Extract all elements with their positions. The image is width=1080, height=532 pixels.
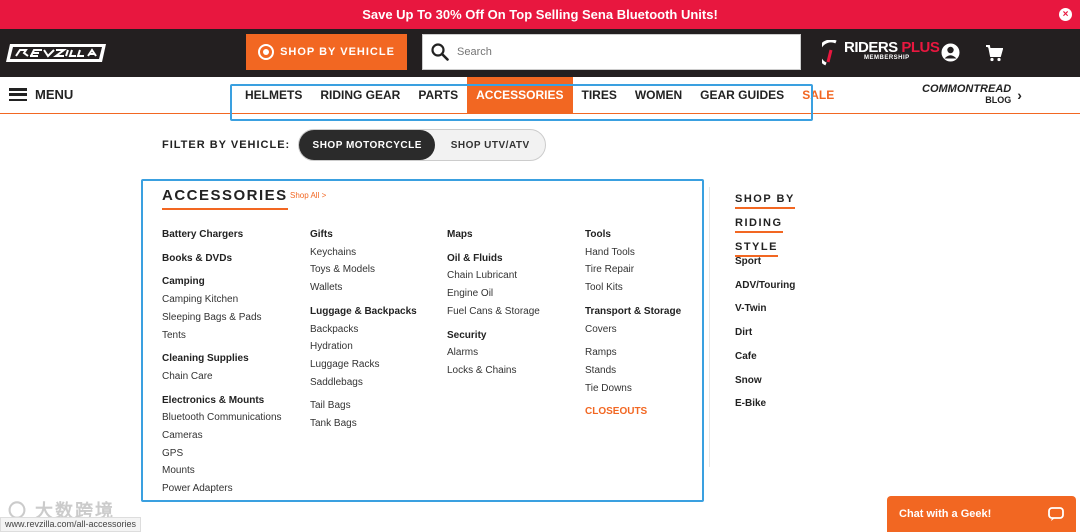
search-bar[interactable] bbox=[422, 34, 801, 70]
category-link-power-adapters[interactable]: Power Adapters bbox=[162, 480, 282, 498]
category-link-chain-lubricant[interactable]: Chain Lubricant bbox=[447, 267, 540, 285]
category-link-engine-oil[interactable]: Engine Oil bbox=[447, 285, 540, 303]
vehicle-type-toggle[interactable]: SHOP MOTORCYCLE SHOP UTV/ATV bbox=[298, 129, 546, 161]
chat-button[interactable]: Chat with a Geek! bbox=[887, 496, 1076, 532]
category-link-hydration[interactable]: Hydration bbox=[310, 338, 417, 356]
category-heading-luggage-and-backpacks[interactable]: Luggage & Backpacks bbox=[310, 303, 417, 321]
menu-label: MENU bbox=[35, 87, 74, 102]
closeouts-link[interactable]: CLOSEOUTS bbox=[585, 403, 681, 421]
category-heading-cleaning-supplies[interactable]: Cleaning Supplies bbox=[162, 350, 282, 368]
category-link-toys-and-models[interactable]: Toys & Models bbox=[310, 261, 417, 279]
accessories-column-3: Maps Oil & Fluids Chain Lubricant Engine Oi… bbox=[447, 226, 540, 380]
account-icon[interactable] bbox=[941, 43, 960, 62]
filter-by-vehicle-label: FILTER BY VEHICLE: bbox=[162, 139, 291, 151]
search-icon[interactable] bbox=[423, 43, 457, 61]
category-link-ramps[interactable]: Ramps bbox=[585, 344, 681, 362]
category-link-gps[interactable]: GPS bbox=[162, 445, 282, 463]
category-link-tents[interactable]: Tents bbox=[162, 327, 282, 345]
search-input[interactable] bbox=[457, 46, 777, 58]
chat-bubble-icon bbox=[1048, 506, 1064, 521]
category-link-luggage-racks[interactable]: Luggage Racks bbox=[310, 356, 417, 374]
cart-icon[interactable] bbox=[985, 44, 1003, 62]
shop-by-vehicle-button[interactable]: SHOP BY VEHICLE bbox=[246, 34, 407, 70]
promo-text[interactable]: Save Up To 30% Off On Top Selling Sena B… bbox=[362, 7, 718, 22]
riders-label: RIDERS bbox=[844, 39, 898, 56]
category-link-locks-and-chains[interactable]: Locks & Chains bbox=[447, 362, 540, 380]
category-link-tool-kits[interactable]: Tool Kits bbox=[585, 279, 681, 297]
category-heading-security[interactable]: Security bbox=[447, 327, 540, 345]
riding-style-list: Sport ADV/Touring V-Twin Dirt Cafe Snow E-Bike bbox=[735, 250, 795, 416]
category-link-tie-downs[interactable]: Tie Downs bbox=[585, 380, 681, 398]
shop-by-riding-style-title: SHOP BY RIDING STYLE bbox=[735, 187, 845, 259]
category-link-keychains[interactable]: Keychains bbox=[310, 244, 417, 262]
riding-style-v-twin[interactable]: V-Twin bbox=[735, 297, 795, 321]
menu-button[interactable]: MENU bbox=[9, 87, 73, 102]
shop-motorcycle-option[interactable]: SHOP MOTORCYCLE bbox=[299, 130, 436, 160]
hamburger-icon bbox=[9, 88, 27, 101]
shop-all-link[interactable]: Shop All > bbox=[290, 191, 326, 200]
category-heading-tools[interactable]: Tools bbox=[585, 226, 681, 244]
category-link-wallets[interactable]: Wallets bbox=[310, 279, 417, 297]
riding-style-dirt[interactable]: Dirt bbox=[735, 321, 795, 345]
chat-label: Chat with a Geek! bbox=[899, 508, 992, 520]
riders-plus-link[interactable]: RIDERS PLUS MEMBERSHIP bbox=[822, 39, 940, 66]
category-link-chain-care[interactable]: Chain Care bbox=[162, 368, 282, 386]
blog-label: BLOG bbox=[985, 95, 1012, 105]
category-heading-gifts[interactable]: Gifts bbox=[310, 226, 417, 244]
category-link-cameras[interactable]: Cameras bbox=[162, 427, 282, 445]
commontread-blog-link[interactable]: COMMONTREAD BLOG › bbox=[922, 84, 1022, 106]
category-link-sleeping-bags-and-pads[interactable]: Sleeping Bags & Pads bbox=[162, 309, 282, 327]
riding-style-adv-touring[interactable]: ADV/Touring bbox=[735, 274, 795, 298]
riding-title-line-1: SHOP BY RIDING bbox=[735, 193, 795, 233]
riding-style-cafe[interactable]: Cafe bbox=[735, 345, 795, 369]
category-heading-camping[interactable]: Camping bbox=[162, 273, 282, 291]
category-link-fuel-cans-and-storage[interactable]: Fuel Cans & Storage bbox=[447, 303, 540, 321]
category-heading-books-and-dvds[interactable]: Books & DVDs bbox=[162, 250, 282, 268]
riders-plus-logo-icon bbox=[822, 40, 837, 66]
riding-style-e-bike[interactable]: E-Bike bbox=[735, 392, 795, 416]
riding-style-sport[interactable]: Sport bbox=[735, 250, 795, 274]
column-divider bbox=[709, 187, 710, 467]
category-link-mounts[interactable]: Mounts bbox=[162, 462, 282, 480]
chevron-right-icon: › bbox=[1017, 87, 1022, 103]
close-icon[interactable]: × bbox=[1059, 8, 1072, 21]
category-heading-oil-and-fluids[interactable]: Oil & Fluids bbox=[447, 250, 540, 268]
top-header: SHOP BY VEHICLE RIDERS PLUS MEMBERSHIP bbox=[0, 29, 1080, 77]
status-bar-url: www.revzilla.com/all-accessories bbox=[0, 517, 142, 532]
category-link-alarms[interactable]: Alarms bbox=[447, 344, 540, 362]
category-heading-transport-and-storage[interactable]: Transport & Storage bbox=[585, 303, 681, 321]
category-heading-maps[interactable]: Maps bbox=[447, 226, 540, 244]
plus-label: PLUS bbox=[901, 39, 940, 56]
revzilla-logo[interactable] bbox=[6, 42, 110, 64]
accessories-column-1: Battery Chargers Books & DVDs Camping Campi… bbox=[162, 226, 282, 498]
category-link-tail-bags[interactable]: Tail Bags bbox=[310, 397, 417, 415]
commontread-label: COMMONTREAD bbox=[922, 83, 1012, 95]
shop-by-vehicle-label: SHOP BY VEHICLE bbox=[280, 46, 395, 58]
riding-style-snow[interactable]: Snow bbox=[735, 369, 795, 393]
category-heading-electronics-and-mounts[interactable]: Electronics & Mounts bbox=[162, 392, 282, 410]
accessories-title: ACCESSORIES bbox=[162, 187, 288, 210]
shop-utv-atv-option[interactable]: SHOP UTV/ATV bbox=[435, 130, 545, 160]
category-link-stands[interactable]: Stands bbox=[585, 362, 681, 380]
category-link-saddlebags[interactable]: Saddlebags bbox=[310, 374, 417, 392]
category-link-tire-repair[interactable]: Tire Repair bbox=[585, 261, 681, 279]
category-link-bluetooth-communications[interactable]: Bluetooth Communications bbox=[162, 409, 282, 427]
category-link-covers[interactable]: Covers bbox=[585, 321, 681, 339]
category-link-backpacks[interactable]: Backpacks bbox=[310, 321, 417, 339]
promo-banner[interactable]: Save Up To 30% Off On Top Selling Sena B… bbox=[0, 0, 1080, 29]
category-link-hand-tools[interactable]: Hand Tools bbox=[585, 244, 681, 262]
category-heading-battery-chargers[interactable]: Battery Chargers bbox=[162, 226, 282, 244]
nav-highlight-box bbox=[230, 84, 813, 121]
accessories-column-4: Tools Hand Tools Tire Repair Tool Kits Trans… bbox=[585, 226, 681, 421]
category-link-tank-bags[interactable]: Tank Bags bbox=[310, 415, 417, 433]
category-link-camping-kitchen[interactable]: Camping Kitchen bbox=[162, 291, 282, 309]
accessories-column-2: Gifts Keychains Toys & Models Wallets Luggag… bbox=[310, 226, 417, 433]
vehicle-icon bbox=[258, 44, 275, 60]
